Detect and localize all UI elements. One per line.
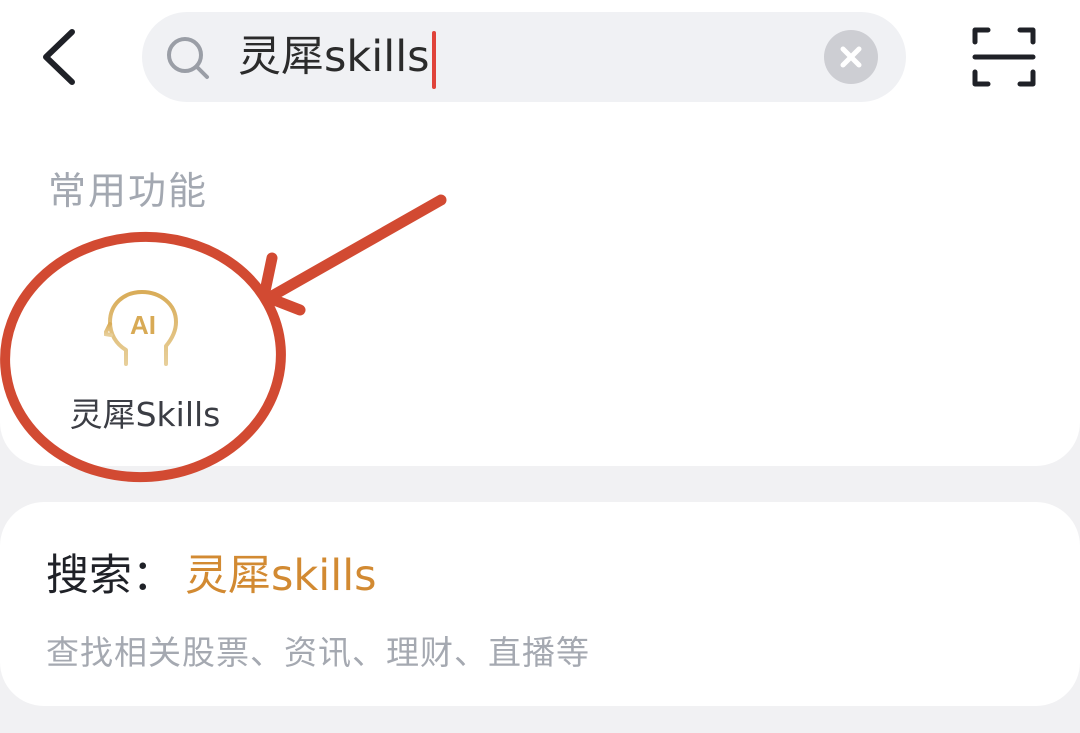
feature-label: 灵犀Skills <box>69 395 221 434</box>
top-panel: 灵犀skills 常用功能 AI 灵犀Skills <box>0 0 1080 466</box>
suggestion-query: 灵犀skills <box>185 551 377 601</box>
suggestion-prefix: 搜索： <box>46 551 175 601</box>
suggestion-title: 搜索： 灵犀skills <box>46 546 377 606</box>
search-suggestion[interactable]: 搜索： 灵犀skills 查找相关股票、资讯、理财、直播等 <box>0 502 1080 706</box>
search-input-value: 灵犀skills <box>238 32 430 82</box>
svg-text:AI: AI <box>130 310 156 340</box>
back-button[interactable] <box>28 22 98 92</box>
chevron-left-icon <box>43 29 75 85</box>
search-icon <box>167 37 209 79</box>
text-caret <box>431 30 436 89</box>
clear-search-button[interactable] <box>824 30 878 84</box>
common-functions-title: 常用功能 <box>48 169 209 213</box>
clear-icon <box>840 46 862 68</box>
scan-button[interactable] <box>972 26 1036 88</box>
scan-frame-icon <box>972 27 1036 87</box>
search-input[interactable]: 灵犀skills <box>238 26 436 89</box>
ai-head-icon: AI <box>104 290 178 366</box>
search-bar[interactable]: 灵犀skills <box>142 12 906 102</box>
search-page: 灵犀skills 常用功能 AI 灵犀Skills 搜索： 灵犀skills 查… <box>0 0 1080 733</box>
suggestion-description: 查找相关股票、资讯、理财、直播等 <box>46 633 590 672</box>
feature-item-lingxi-skills[interactable]: AI 灵犀Skills <box>42 276 248 446</box>
